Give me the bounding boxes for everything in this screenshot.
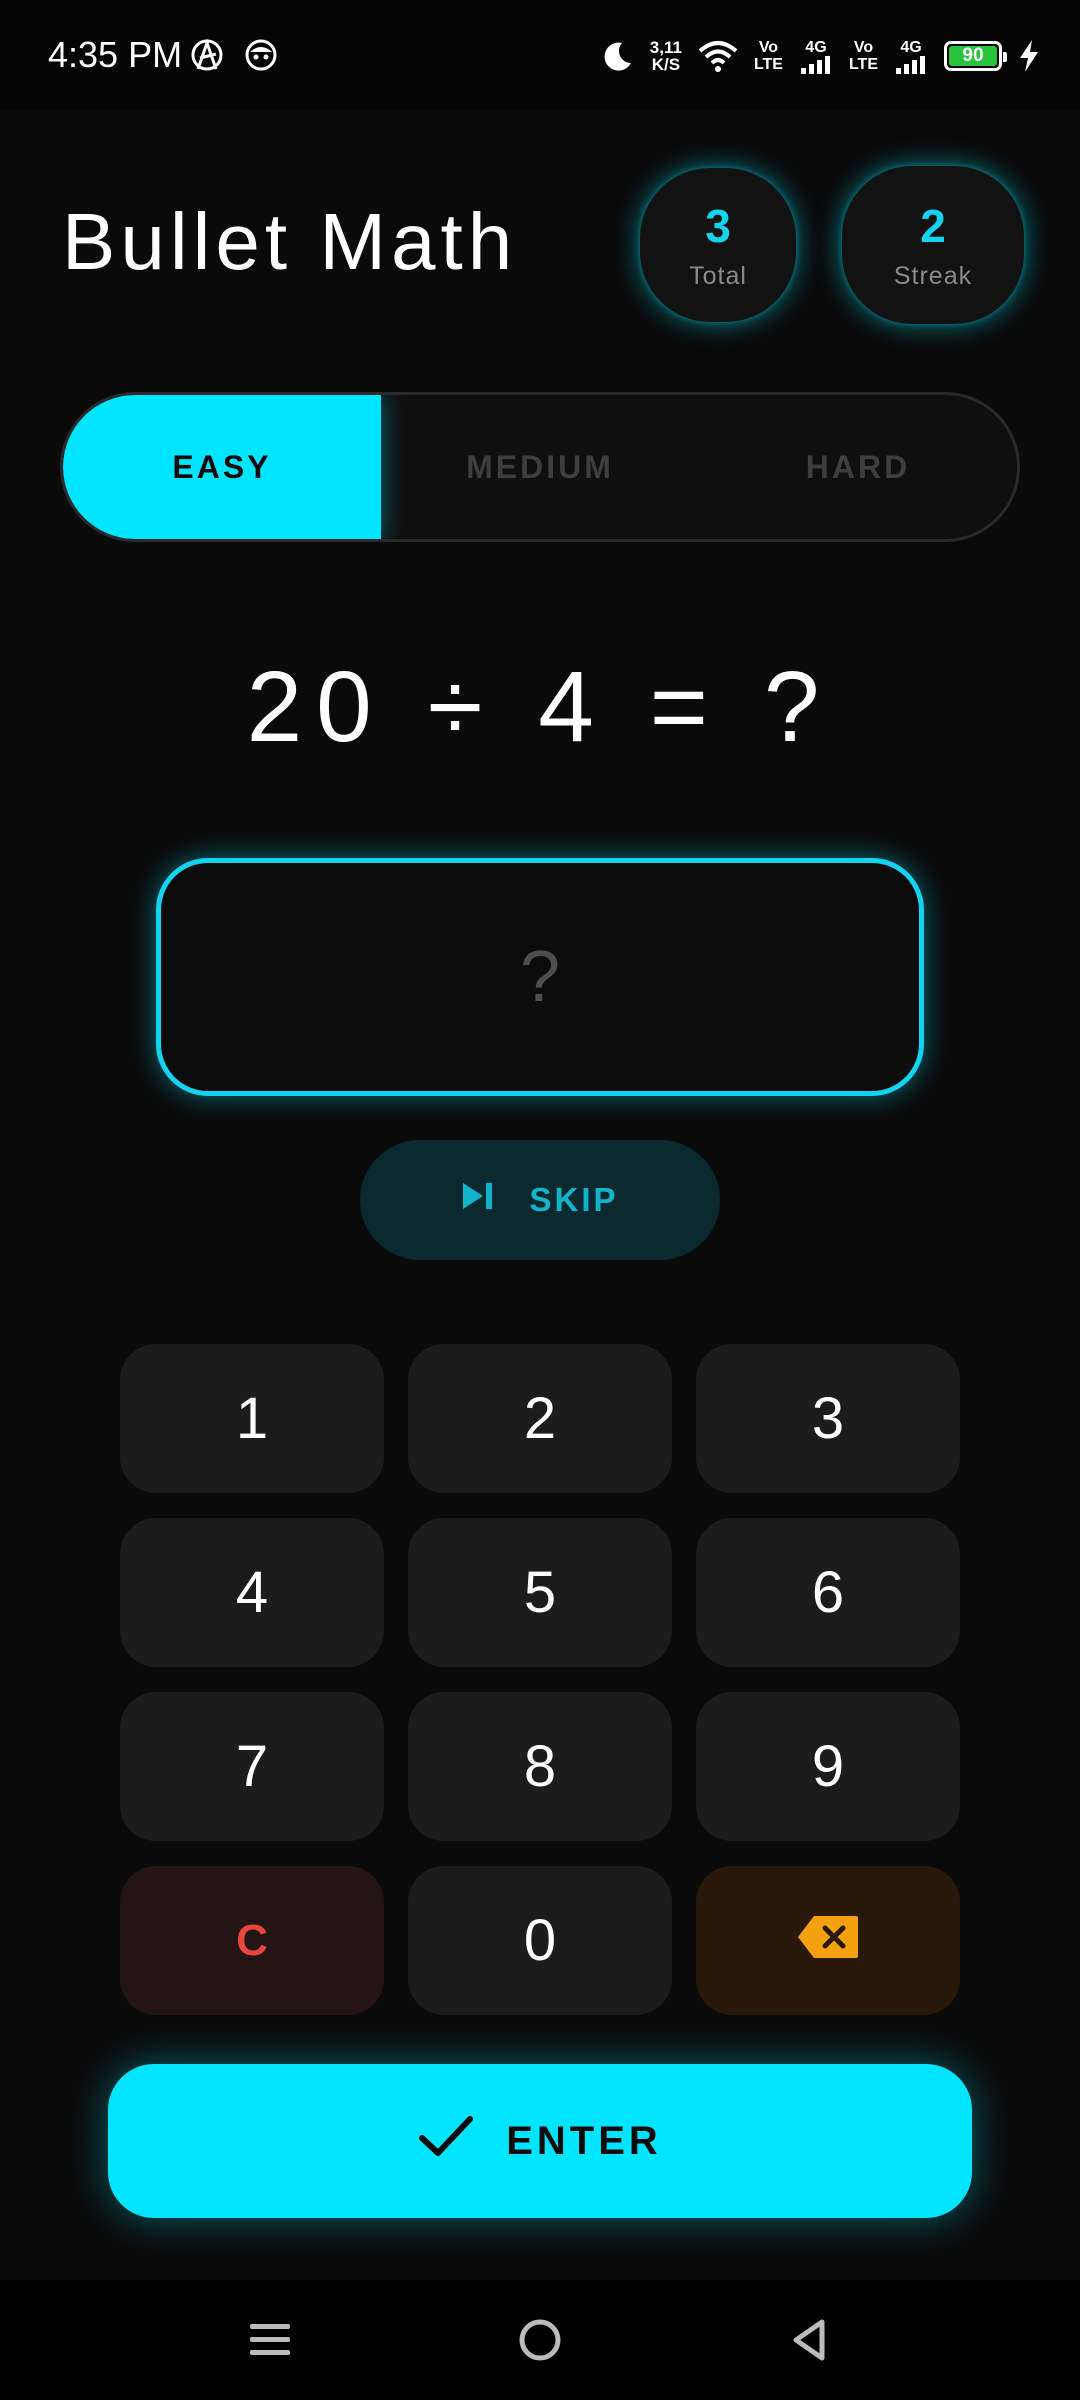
skip-label: SKIP [529, 1181, 619, 1218]
total-label: Total [689, 261, 747, 290]
enter-button[interactable]: ENTER [108, 2064, 972, 2218]
backspace-key[interactable] [696, 1866, 960, 2015]
clear-key[interactable]: C [120, 1866, 384, 2015]
key-6[interactable]: 6 [696, 1518, 960, 1667]
backspace-icon [796, 1907, 860, 1974]
status-bar: 4:35 PM 3,11 K/S Vo LTE 4G Vo LTE 4G 90 [0, 0, 1080, 110]
menu-icon[interactable] [234, 2304, 306, 2376]
volte-badge-2-top: Vo [853, 39, 874, 56]
network-type-1: 4G [805, 38, 827, 56]
total-value: 3 [705, 199, 731, 252]
home-icon[interactable] [504, 2304, 576, 2376]
network-speed: 3,11 K/S [650, 39, 682, 73]
face-icon [244, 38, 278, 77]
key-1[interactable]: 1 [120, 1344, 384, 1493]
network-type-2: 4G [900, 38, 922, 56]
question-text: 20 ÷ 4 = ? [246, 651, 834, 763]
key-8[interactable]: 8 [408, 1692, 672, 1841]
difficulty-selector: EASY MEDIUM HARD [60, 392, 1020, 542]
key-0[interactable]: 0 [408, 1866, 672, 2015]
status-left-icons [190, 38, 278, 77]
network-speed-unit: K/S [651, 55, 681, 74]
streak-value: 2 [920, 199, 946, 252]
signal-1-icon [799, 55, 833, 74]
streak-stat-card: 2 Streak [842, 166, 1024, 324]
volte-badge-1-bottom: LTE [753, 56, 783, 73]
volte-badge-1: Vo LTE [754, 39, 783, 73]
answer-field[interactable]: ? [156, 858, 924, 1096]
difficulty-medium-tab[interactable]: MEDIUM [381, 395, 699, 539]
enter-label: ENTER [506, 2118, 662, 2163]
key-5[interactable]: 5 [408, 1518, 672, 1667]
difficulty-hard-tab[interactable]: HARD [699, 395, 1017, 539]
system-nav-bar [0, 2280, 1080, 2400]
difficulty-easy-tab[interactable]: EASY [63, 395, 381, 539]
wifi-icon [698, 39, 738, 73]
key-7[interactable]: 7 [120, 1692, 384, 1841]
charging-icon [1018, 39, 1040, 73]
volte-badge-1-top: Vo [758, 39, 779, 56]
total-stat-card: 3 Total [640, 168, 796, 322]
status-time: 4:35 PM [48, 34, 183, 75]
battery-level: 90 [949, 46, 997, 66]
check-icon [418, 2114, 474, 2168]
skip-next-icon [461, 1181, 495, 1219]
anarchy-icon [190, 38, 224, 77]
network-speed-value: 3,11 [649, 38, 682, 57]
answer-placeholder: ? [519, 937, 561, 1017]
volte-badge-2-bottom: LTE [848, 56, 878, 73]
back-icon[interactable] [774, 2304, 846, 2376]
streak-label: Streak [893, 261, 973, 290]
skip-button[interactable]: SKIP [360, 1140, 720, 1260]
app-title: Bullet Math [62, 197, 518, 286]
signal-1: 4G [799, 39, 833, 74]
status-right-icons: 3,11 K/S Vo LTE 4G Vo LTE 4G 90 [600, 34, 1040, 78]
battery-icon: 90 [944, 41, 1007, 71]
signal-2-icon [894, 55, 928, 74]
signal-2: 4G [894, 39, 928, 74]
key-4[interactable]: 4 [120, 1518, 384, 1667]
key-3[interactable]: 3 [696, 1344, 960, 1493]
volte-badge-2: Vo LTE [849, 39, 878, 73]
moon-icon [600, 39, 634, 73]
key-2[interactable]: 2 [408, 1344, 672, 1493]
keypad: 1 2 3 4 5 6 7 8 9 C 0 [120, 1344, 960, 2015]
key-9[interactable]: 9 [696, 1692, 960, 1841]
